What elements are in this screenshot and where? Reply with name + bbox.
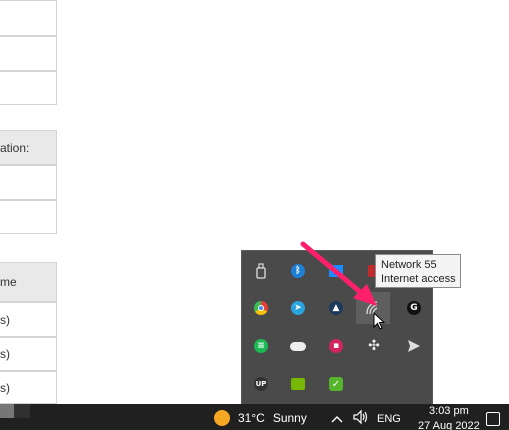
red-dot-app-icon[interactable]: ▪ — [324, 334, 348, 358]
table-cell — [0, 165, 57, 200]
chrome-icon[interactable] — [249, 296, 273, 320]
green-check-app-icon[interactable]: ✓ — [324, 372, 348, 396]
onedrive-icon[interactable] — [286, 334, 310, 358]
mouse-cursor-icon — [373, 312, 386, 330]
taskbar: 31°C Sunny ENG 3:03 pm 27 Aug 2022 — [0, 404, 509, 430]
taskbar-app-button[interactable] — [14, 404, 30, 418]
clock-date: 27 Aug 2022 — [418, 420, 480, 430]
up-app-icon[interactable]: UP — [249, 372, 273, 396]
table-header-cell: me — [0, 262, 57, 302]
tooltip-network-status: Internet access — [381, 273, 456, 285]
slack-icon[interactable]: ✣ — [362, 334, 386, 358]
table-cell — [0, 200, 57, 234]
table-cell-text: s) — [0, 380, 10, 395]
table-header-text: me — [0, 275, 17, 289]
tooltip-network-name: Network 55 — [381, 259, 437, 271]
network-tooltip: Network 55 Internet access — [375, 254, 461, 288]
notification-center-icon[interactable] — [486, 412, 500, 426]
weather-temperature: 31°C — [238, 411, 265, 425]
taskbar-app-button[interactable] — [0, 404, 14, 418]
show-hidden-icons-chevron-icon[interactable] — [331, 412, 343, 426]
table-cell: s) — [0, 302, 57, 337]
table-header-cell: ation: — [0, 130, 57, 165]
annotation-arrow — [300, 241, 377, 306]
nvidia-icon[interactable] — [286, 372, 310, 396]
clock-time: 3:03 pm — [429, 405, 469, 417]
usb-drive-icon[interactable] — [249, 259, 273, 283]
table-header-text: ation: — [0, 140, 30, 155]
table-cell-text: s) — [0, 312, 10, 327]
logitech-g-icon[interactable]: G — [402, 296, 426, 320]
weather-widget[interactable]: 31°C Sunny — [214, 410, 307, 426]
table-cell — [0, 36, 57, 71]
send-arrow-icon[interactable] — [402, 334, 426, 358]
table-cell: s) — [0, 371, 57, 404]
spotify-icon[interactable]: ≡ — [249, 334, 273, 358]
sun-icon — [214, 410, 230, 426]
taskbar-clock[interactable]: 3:03 pm 27 Aug 2022 — [418, 404, 480, 430]
table-cell — [0, 71, 57, 105]
table-cell-text: s) — [0, 347, 10, 361]
weather-condition: Sunny — [272, 411, 307, 425]
speaker-icon[interactable] — [352, 409, 370, 428]
language-indicator[interactable]: ENG — [377, 413, 401, 425]
table-cell — [0, 0, 57, 36]
table-cell: s) — [0, 337, 57, 371]
